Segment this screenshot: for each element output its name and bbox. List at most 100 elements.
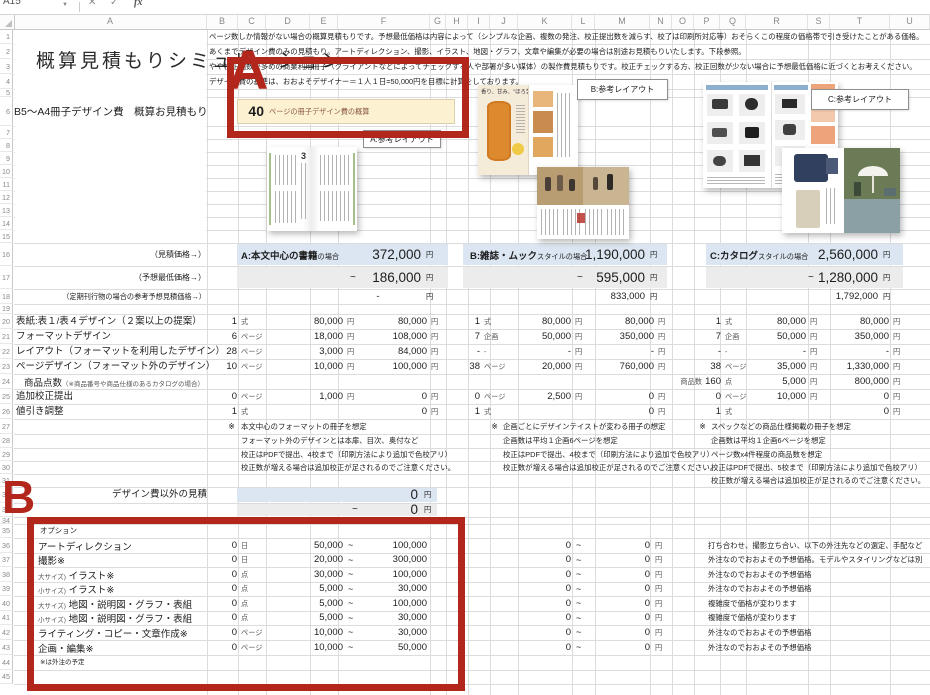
- row-header-19[interactable]: 19: [0, 304, 13, 314]
- cell-unit-price-a[interactable]: 80,000: [277, 314, 343, 329]
- row-header-36[interactable]: 36: [0, 538, 13, 553]
- cell-qty-a[interactable]: 1: [193, 314, 237, 329]
- row-header-40[interactable]: 40: [0, 596, 13, 611]
- column-header-Q[interactable]: Q: [720, 14, 746, 29]
- cell-total-b[interactable]: 0: [576, 389, 654, 404]
- note-text-c[interactable]: ページ数x4件程度の商品数を想定: [711, 448, 930, 461]
- cell-total-c[interactable]: -: [811, 344, 889, 359]
- cell-total-c[interactable]: 0: [811, 404, 889, 419]
- cell-unit-price-a[interactable]: 10,000: [277, 359, 343, 374]
- cell-unit-price-a[interactable]: 3,000: [277, 344, 343, 359]
- cell-unit-price-c[interactable]: 10,000: [740, 389, 806, 404]
- cell-unit-price-c[interactable]: 50,000: [740, 329, 806, 344]
- note-text-c[interactable]: 校正数が増える場合は追加校正が足されるのでご注意ください。: [711, 474, 930, 487]
- cell-qty-c[interactable]: 38: [677, 359, 721, 374]
- note-text-c[interactable]: スペックなどの商品仕様掲載の冊子を想定: [711, 419, 930, 434]
- row-header-11[interactable]: 11: [0, 178, 13, 191]
- row-header-28[interactable]: 28: [0, 434, 13, 448]
- note-text-a[interactable]: 校正数が増える場合は追加校正が足されるのでご注意ください。: [241, 461, 491, 474]
- cell-total-b[interactable]: 0: [576, 404, 654, 419]
- cell-total-b[interactable]: 80,000: [576, 314, 654, 329]
- cell-total-a[interactable]: 0: [349, 404, 427, 419]
- row-header-16[interactable]: 16: [0, 243, 13, 266]
- cell-item-label[interactable]: 商品点数（※商品番号や商品仕様のあるカタログの場合）: [16, 374, 236, 389]
- cell-qty-c[interactable]: -: [677, 344, 721, 359]
- option-sub-min[interactable]: 0: [531, 596, 571, 611]
- option-sub-min[interactable]: 0: [531, 611, 571, 625]
- option-sub-total[interactable]: 0: [610, 611, 650, 625]
- row-header-37[interactable]: 37: [0, 553, 13, 567]
- row-header-13[interactable]: 13: [0, 204, 13, 217]
- cell-qty-a[interactable]: 1: [193, 404, 237, 419]
- cell-unit-price-c[interactable]: 35,000: [740, 359, 806, 374]
- confirm-icon[interactable]: ✓: [110, 0, 118, 8]
- column-header-C[interactable]: C: [238, 14, 266, 29]
- name-box-dropdown-icon[interactable]: ▼: [62, 2, 68, 8]
- column-header-O[interactable]: O: [672, 14, 694, 29]
- cell-total-a[interactable]: 0: [349, 389, 427, 404]
- column-header-L[interactable]: L: [572, 14, 595, 29]
- row-header-22[interactable]: 22: [0, 344, 13, 359]
- row-header-2[interactable]: 2: [0, 44, 13, 59]
- cell-total-c[interactable]: 350,000: [811, 329, 889, 344]
- column-header-E[interactable]: E: [310, 14, 338, 29]
- note-text-a[interactable]: フォーマット外のデザインとは本扉、目次、奥付など: [241, 434, 491, 448]
- option-sub-total[interactable]: 0: [610, 625, 650, 640]
- cell-total-a[interactable]: 84,000: [349, 344, 427, 359]
- row-header-45[interactable]: 45: [0, 670, 13, 684]
- note-text-a[interactable]: 本文中心のフォーマットの冊子を想定: [241, 419, 491, 434]
- row-header-9[interactable]: 9: [0, 152, 13, 165]
- column-header-R[interactable]: R: [746, 14, 808, 29]
- summary-periodical-value-b[interactable]: 833,000: [530, 289, 645, 304]
- name-box[interactable]: A15: [3, 0, 47, 7]
- cell-qty-b[interactable]: -: [436, 344, 480, 359]
- option-sub-total[interactable]: 0: [610, 640, 650, 655]
- row-header-38[interactable]: 38: [0, 567, 13, 582]
- pages-row-label[interactable]: B5〜A4冊子デザイン費 概算お見積もり: [14, 101, 206, 123]
- option-sub-total[interactable]: 0: [610, 553, 650, 567]
- row-header-14[interactable]: 14: [0, 217, 13, 230]
- row-header-21[interactable]: 21: [0, 329, 13, 344]
- cell-total-c[interactable]: 1,330,000: [811, 359, 889, 374]
- summary-minimum-value-b[interactable]: 595,000: [530, 266, 645, 289]
- note-text-c[interactable]: 企画数は平均１企画6ページを想定: [711, 434, 930, 448]
- cell-qty-c[interactable]: 0: [677, 389, 721, 404]
- cell-qty-b[interactable]: 1: [436, 404, 480, 419]
- column-header-H[interactable]: H: [446, 14, 468, 29]
- cell-total-a[interactable]: 80,000: [349, 314, 427, 329]
- cell-total-b[interactable]: 350,000: [576, 329, 654, 344]
- cell-unit-price-c[interactable]: 5,000: [740, 374, 806, 389]
- option-sub-min[interactable]: 0: [531, 567, 571, 582]
- top-note-line[interactable]: ページ数しか情報がない場合の概算見積もりです。予想最低価格は内容によって（シンプ…: [209, 29, 930, 44]
- row-header-3[interactable]: 3: [0, 59, 13, 74]
- cell-total-c[interactable]: 0: [811, 389, 889, 404]
- cell-unit-price-b[interactable]: -: [505, 344, 571, 359]
- option-sub-min[interactable]: 0: [531, 640, 571, 655]
- cell-qty-b[interactable]: 38: [436, 359, 480, 374]
- column-header-D[interactable]: D: [266, 14, 310, 29]
- column-header-A[interactable]: A: [14, 14, 207, 29]
- cell-total-b[interactable]: -: [576, 344, 654, 359]
- row-header-27[interactable]: 27: [0, 419, 13, 434]
- cell-qty-c[interactable]: 1: [677, 404, 721, 419]
- row-header-8[interactable]: 8: [0, 139, 13, 152]
- cell-unit-price-b[interactable]: 2,500: [505, 389, 571, 404]
- cell-total-a[interactable]: 108,000: [349, 329, 427, 344]
- row-header-4[interactable]: 4: [0, 74, 13, 89]
- row-header-18[interactable]: 18: [0, 289, 13, 304]
- fx-icon[interactable]: fx: [134, 0, 142, 8]
- option-sub-min[interactable]: 0: [531, 553, 571, 567]
- column-header-M[interactable]: M: [595, 14, 650, 29]
- cell-qty-c[interactable]: 7: [677, 329, 721, 344]
- column-header-P[interactable]: P: [694, 14, 720, 29]
- cell-unit-price-b[interactable]: 80,000: [505, 314, 571, 329]
- cell-item-label[interactable]: ページデザイン（フォーマット外のデザイン）: [16, 359, 206, 374]
- cell-qty-c[interactable]: 1: [677, 314, 721, 329]
- option-sub-min[interactable]: 0: [531, 582, 571, 596]
- option-sub-total[interactable]: 0: [610, 582, 650, 596]
- cell-unit-price-a[interactable]: 1,000: [277, 389, 343, 404]
- row-header-7[interactable]: 7: [0, 126, 13, 139]
- row-header-43[interactable]: 43: [0, 640, 13, 655]
- summary-periodical-value-a[interactable]: -: [371, 289, 385, 304]
- summary-minimum-value-c[interactable]: 1,280,000: [763, 266, 878, 289]
